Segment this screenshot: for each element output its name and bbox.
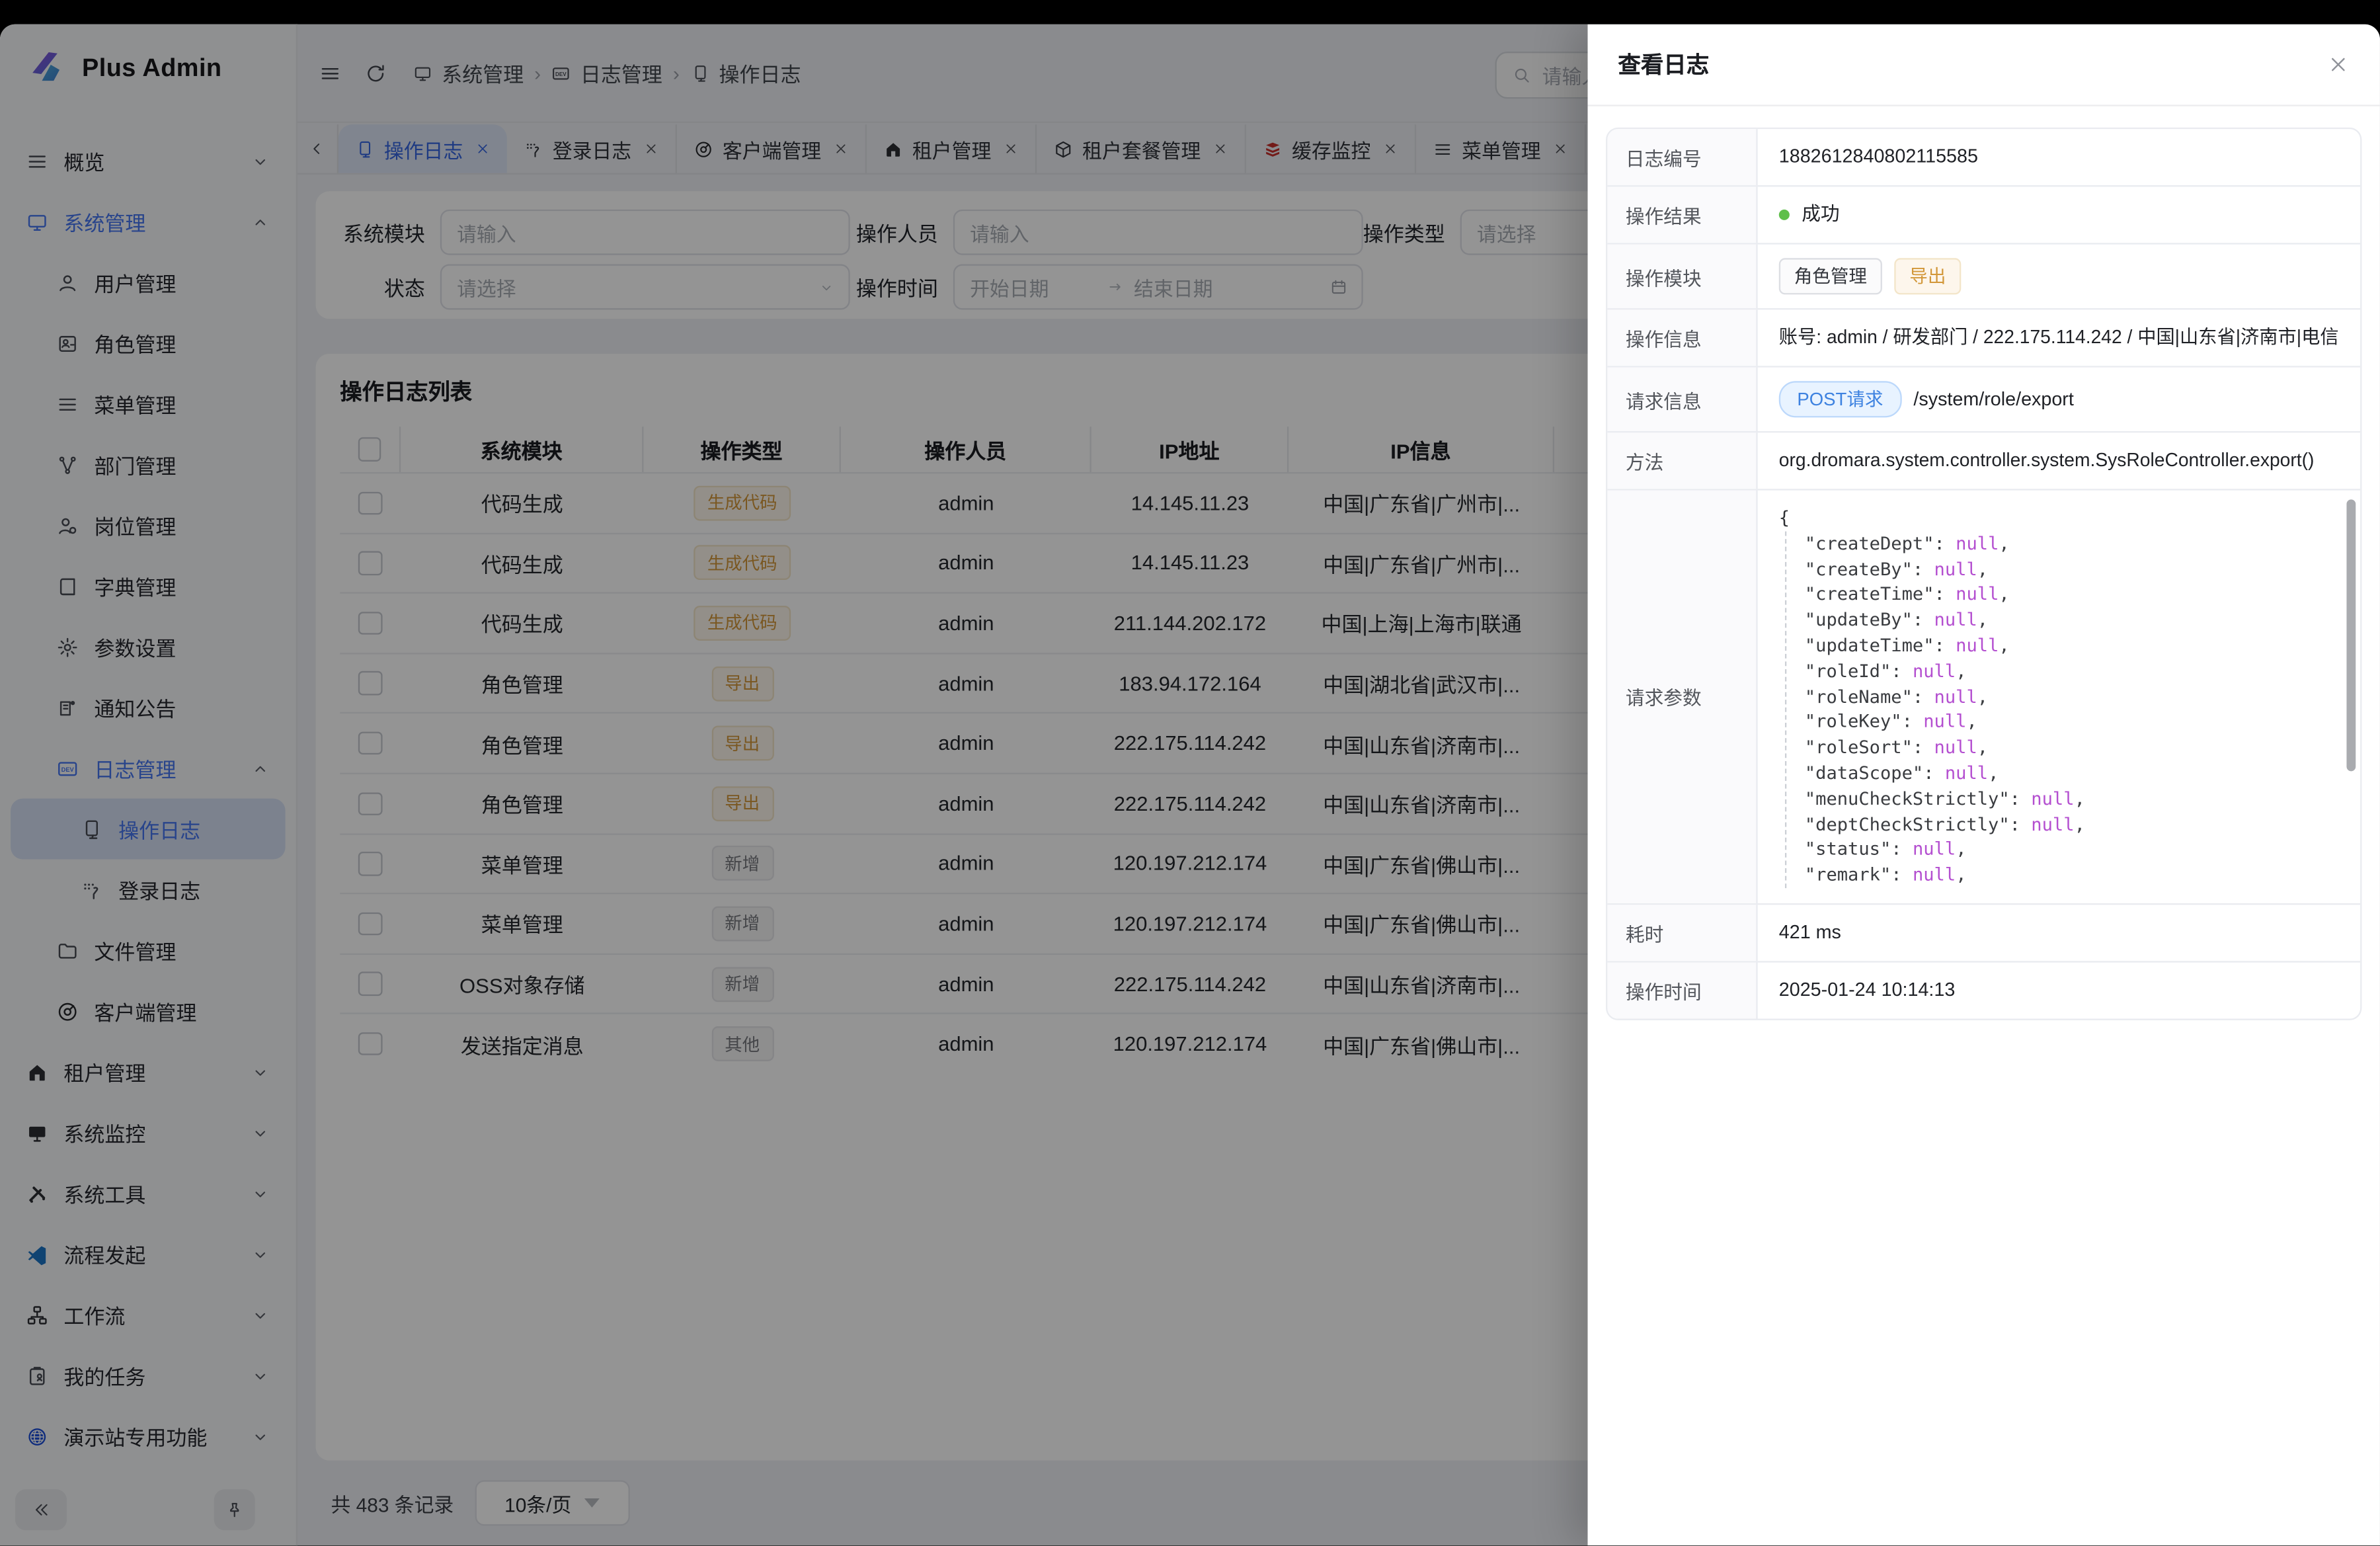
json-scrollbar[interactable]: [2346, 497, 2356, 897]
result-value: 成功: [1802, 202, 1839, 227]
log-details-table: 日志编号 1882612840802115585 操作结果 成功 操作模块 角色…: [1606, 128, 2361, 1020]
drawer-header: 查看日志: [1588, 24, 2380, 106]
detail-row-info: 操作信息 账号: admin / 研发部门 / 222.175.114.242 …: [1607, 309, 2360, 367]
json-line: "createBy": null,: [1805, 557, 2339, 583]
drawer-body: 日志编号 1882612840802115585 操作结果 成功 操作模块 角色…: [1588, 106, 2380, 1041]
detail-row-op-time: 操作时间 2025-01-24 10:14:13: [1607, 962, 2360, 1018]
json-line: "createTime": null,: [1805, 582, 2339, 608]
detail-row-module: 操作模块 角色管理 导出: [1607, 245, 2360, 310]
detail-row-method: 方法 org.dromara.system.controller.system.…: [1607, 432, 2360, 490]
op-time-value: 2025-01-24 10:14:13: [1758, 962, 2360, 1018]
json-line: "updateBy": null,: [1805, 608, 2339, 633]
app-window: Plus Admin 概览系统管理用户管理角色管理菜单管理部门管理岗位管理字典管…: [0, 24, 2380, 1545]
detail-row-cost: 耗时 421 ms: [1607, 905, 2360, 962]
view-log-drawer: 查看日志 日志编号 1882612840802115585 操作结果 成功 操作…: [1588, 24, 2380, 1545]
close-icon[interactable]: [2327, 53, 2350, 75]
detail-row-params: 请求参数 {"createDept": null,"createBy": nul…: [1607, 491, 2360, 905]
scrollbar-thumb[interactable]: [2346, 499, 2356, 772]
json-line: "updateTime": null,: [1805, 633, 2339, 659]
json-line: "createDept": null,: [1805, 531, 2339, 557]
json-line: "status": null,: [1805, 837, 2339, 863]
request-url: /system/role/export: [1913, 386, 2073, 412]
json-line: "roleId": null,: [1805, 659, 2339, 684]
cost-value: 421 ms: [1758, 905, 2360, 961]
action-tag: 导出: [1894, 258, 1961, 294]
detail-row-log-id: 日志编号 1882612840802115585: [1607, 129, 2360, 186]
json-line: "deptCheckStrictly": null,: [1805, 811, 2339, 837]
operation-info-value: 账号: admin / 研发部门 / 222.175.114.242 / 中国|…: [1758, 309, 2360, 366]
json-line: "roleName": null,: [1805, 684, 2339, 710]
drawer-title: 查看日志: [1618, 48, 1709, 80]
json-line: "remark": null,: [1805, 862, 2339, 888]
json-line: "roleSort": null,: [1805, 735, 2339, 761]
json-line: "dataScope": null,: [1805, 760, 2339, 786]
success-dot-icon: [1779, 210, 1790, 220]
detail-row-result: 操作结果 成功: [1607, 186, 2360, 244]
detail-row-request: 请求信息 POST请求 /system/role/export: [1607, 368, 2360, 433]
json-line: "roleKey": null,: [1805, 710, 2339, 735]
json-line: "menuCheckStrictly": null,: [1805, 786, 2339, 812]
screen: Plus Admin 概览系统管理用户管理角色管理菜单管理部门管理岗位管理字典管…: [0, 0, 2380, 1545]
post-method-tag: POST请求: [1779, 381, 1901, 417]
method-value: org.dromara.system.controller.system.Sys…: [1758, 432, 2360, 489]
log-id-value: 1882612840802115585: [1758, 129, 2360, 185]
module-tag: 角色管理: [1779, 258, 1882, 294]
request-params-json[interactable]: {"createDept": null,"createBy": null,"cr…: [1758, 491, 2360, 903]
